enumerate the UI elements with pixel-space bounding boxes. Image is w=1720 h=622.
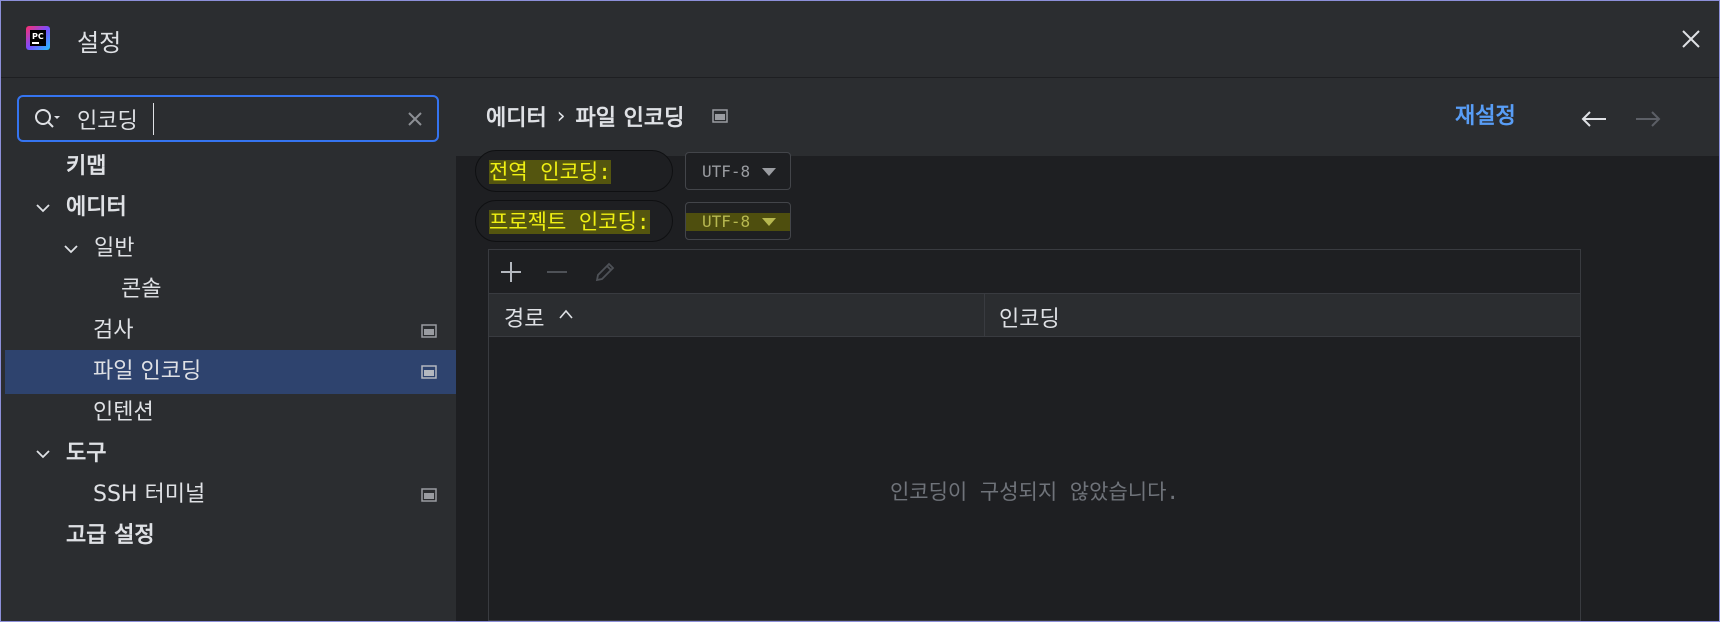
close-icon[interactable] <box>1679 27 1703 51</box>
chevron-down-icon[interactable] <box>35 202 51 214</box>
breadcrumb-item-file-encodings: 파일 인코딩 <box>575 106 685 131</box>
sidebar-item-file-encodings[interactable]: 파일 인코딩 <box>5 350 456 394</box>
search-icon[interactable] <box>33 107 61 131</box>
settings-dialog: PC 설정 키맵 에디터 일반 <box>0 0 1720 622</box>
window-title: 설정 <box>77 29 122 57</box>
settings-sidebar: 키맵 에디터 일반 콘솔 검사 파일 인코딩 인텐션 도구 <box>5 78 456 621</box>
sidebar-item-label: 검사 <box>93 318 134 343</box>
global-encoding-value: UTF-8 <box>702 162 751 181</box>
empty-table-message: 인코딩이 구성되지 않았습니다. <box>889 480 1180 504</box>
arrow-right-icon[interactable] <box>1634 110 1662 128</box>
add-icon[interactable] <box>499 260 523 284</box>
sidebar-item-label: 콘솔 <box>121 277 162 302</box>
app-logo-icon: PC <box>26 26 50 50</box>
settings-content: 에디터 › 파일 인코딩 재설정 전역 인코딩: UTF-8 프로젝트 인코딩: U… <box>456 78 1719 621</box>
project-encoding-label-text: 프로젝트 인코딩: <box>489 210 650 234</box>
sidebar-item-keymap[interactable]: 키맵 <box>5 145 456 189</box>
svg-text:PC: PC <box>32 32 44 41</box>
sidebar-item-console[interactable]: 콘솔 <box>5 268 456 312</box>
project-scope-icon <box>421 365 437 379</box>
sidebar-item-label: 일반 <box>94 236 135 261</box>
dropdown-arrow-icon <box>762 168 776 176</box>
global-encoding-select[interactable]: UTF-8 <box>685 152 791 190</box>
column-header-encoding[interactable]: 인코딩 <box>985 294 1580 336</box>
column-header-label: 경로 <box>504 307 545 332</box>
sidebar-item-tools[interactable]: 도구 <box>5 432 456 476</box>
sidebar-item-label: 파일 인코딩 <box>93 359 202 384</box>
content-header: 에디터 › 파일 인코딩 재설정 <box>456 78 1719 156</box>
sidebar-item-editor[interactable]: 에디터 <box>5 186 456 230</box>
project-encoding-value: UTF-8 <box>702 212 751 231</box>
sidebar-item-label: 키맵 <box>66 154 107 179</box>
project-scope-icon <box>421 488 437 502</box>
global-encoding-label: 전역 인코딩: <box>475 150 673 192</box>
project-encoding-select[interactable]: UTF-8 <box>685 202 791 240</box>
column-header-path[interactable]: 경로 <box>489 294 985 336</box>
title-bar: PC 설정 <box>1 1 1719 78</box>
sidebar-item-label: 에디터 <box>66 195 127 220</box>
reset-link[interactable]: 재설정 <box>1455 98 1516 130</box>
sidebar-item-ssh-terminal[interactable]: SSH 터미널 <box>5 473 456 517</box>
breadcrumb-item-editor[interactable]: 에디터 <box>486 106 547 131</box>
sidebar-item-label: 도구 <box>66 441 107 466</box>
search-input[interactable] <box>77 103 154 135</box>
project-scope-icon <box>421 324 437 338</box>
sort-ascending-icon <box>559 309 573 319</box>
edit-icon[interactable] <box>593 260 617 284</box>
arrow-left-icon[interactable] <box>1580 110 1608 128</box>
sidebar-item-intentions[interactable]: 인텐션 <box>5 391 456 435</box>
dropdown-arrow-icon <box>762 218 776 226</box>
breadcrumb: 에디터 › 파일 인코딩 <box>486 100 728 132</box>
sidebar-item-inspections[interactable]: 검사 <box>5 309 456 353</box>
table-header: 경로 인코딩 <box>489 293 1580 337</box>
project-encoding-label: 프로젝트 인코딩: <box>475 200 673 242</box>
global-encoding-label-text: 전역 인코딩: <box>489 160 611 184</box>
project-scope-icon <box>712 109 728 123</box>
clear-search-icon[interactable] <box>405 109 425 129</box>
chevron-down-icon[interactable] <box>63 243 79 255</box>
sidebar-item-label: SSH 터미널 <box>93 482 206 507</box>
path-encoding-table: 경로 인코딩 인코딩이 구성되지 않았습니다. <box>488 249 1581 621</box>
breadcrumb-separator: › <box>556 103 566 129</box>
sidebar-item-advanced-settings[interactable]: 고급 설정 <box>5 514 456 558</box>
remove-icon[interactable] <box>545 260 569 284</box>
column-header-label: 인코딩 <box>999 307 1060 332</box>
sidebar-item-label: 인텐션 <box>93 400 154 425</box>
chevron-down-icon[interactable] <box>35 448 51 460</box>
search-box[interactable] <box>17 95 439 142</box>
sidebar-item-label: 고급 설정 <box>66 523 155 548</box>
sidebar-item-general[interactable]: 일반 <box>5 227 456 271</box>
